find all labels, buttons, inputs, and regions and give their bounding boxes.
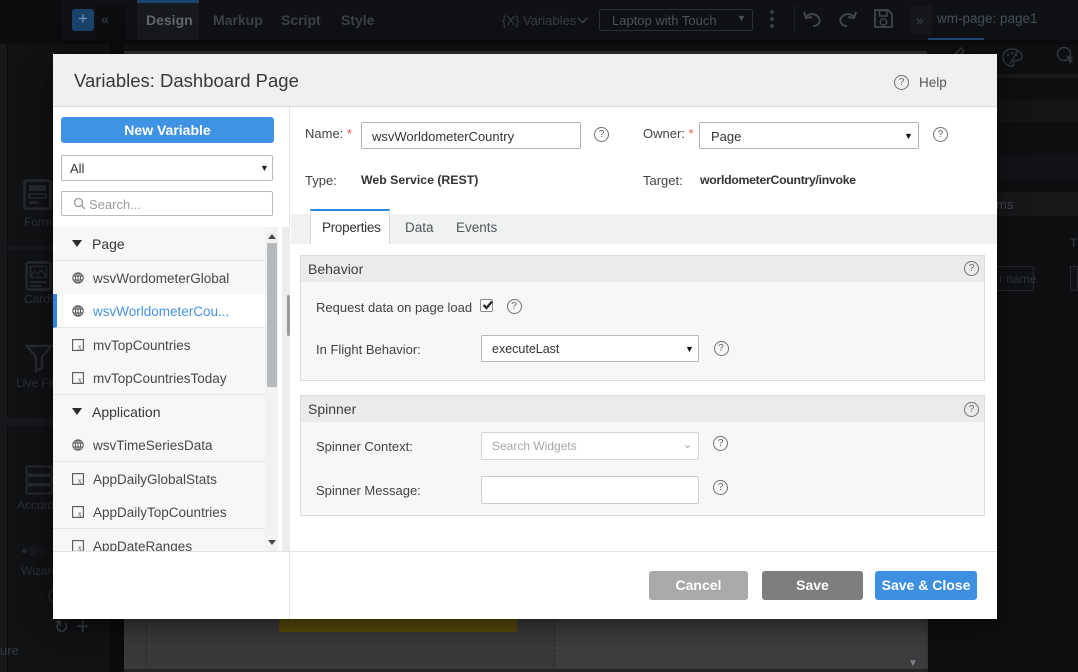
svg-text:x: x [78, 543, 82, 551]
svg-text:x: x [78, 476, 82, 484]
svg-text:x: x [78, 509, 82, 517]
svg-text:x: x [78, 375, 82, 383]
svg-text:x: x [78, 342, 82, 350]
